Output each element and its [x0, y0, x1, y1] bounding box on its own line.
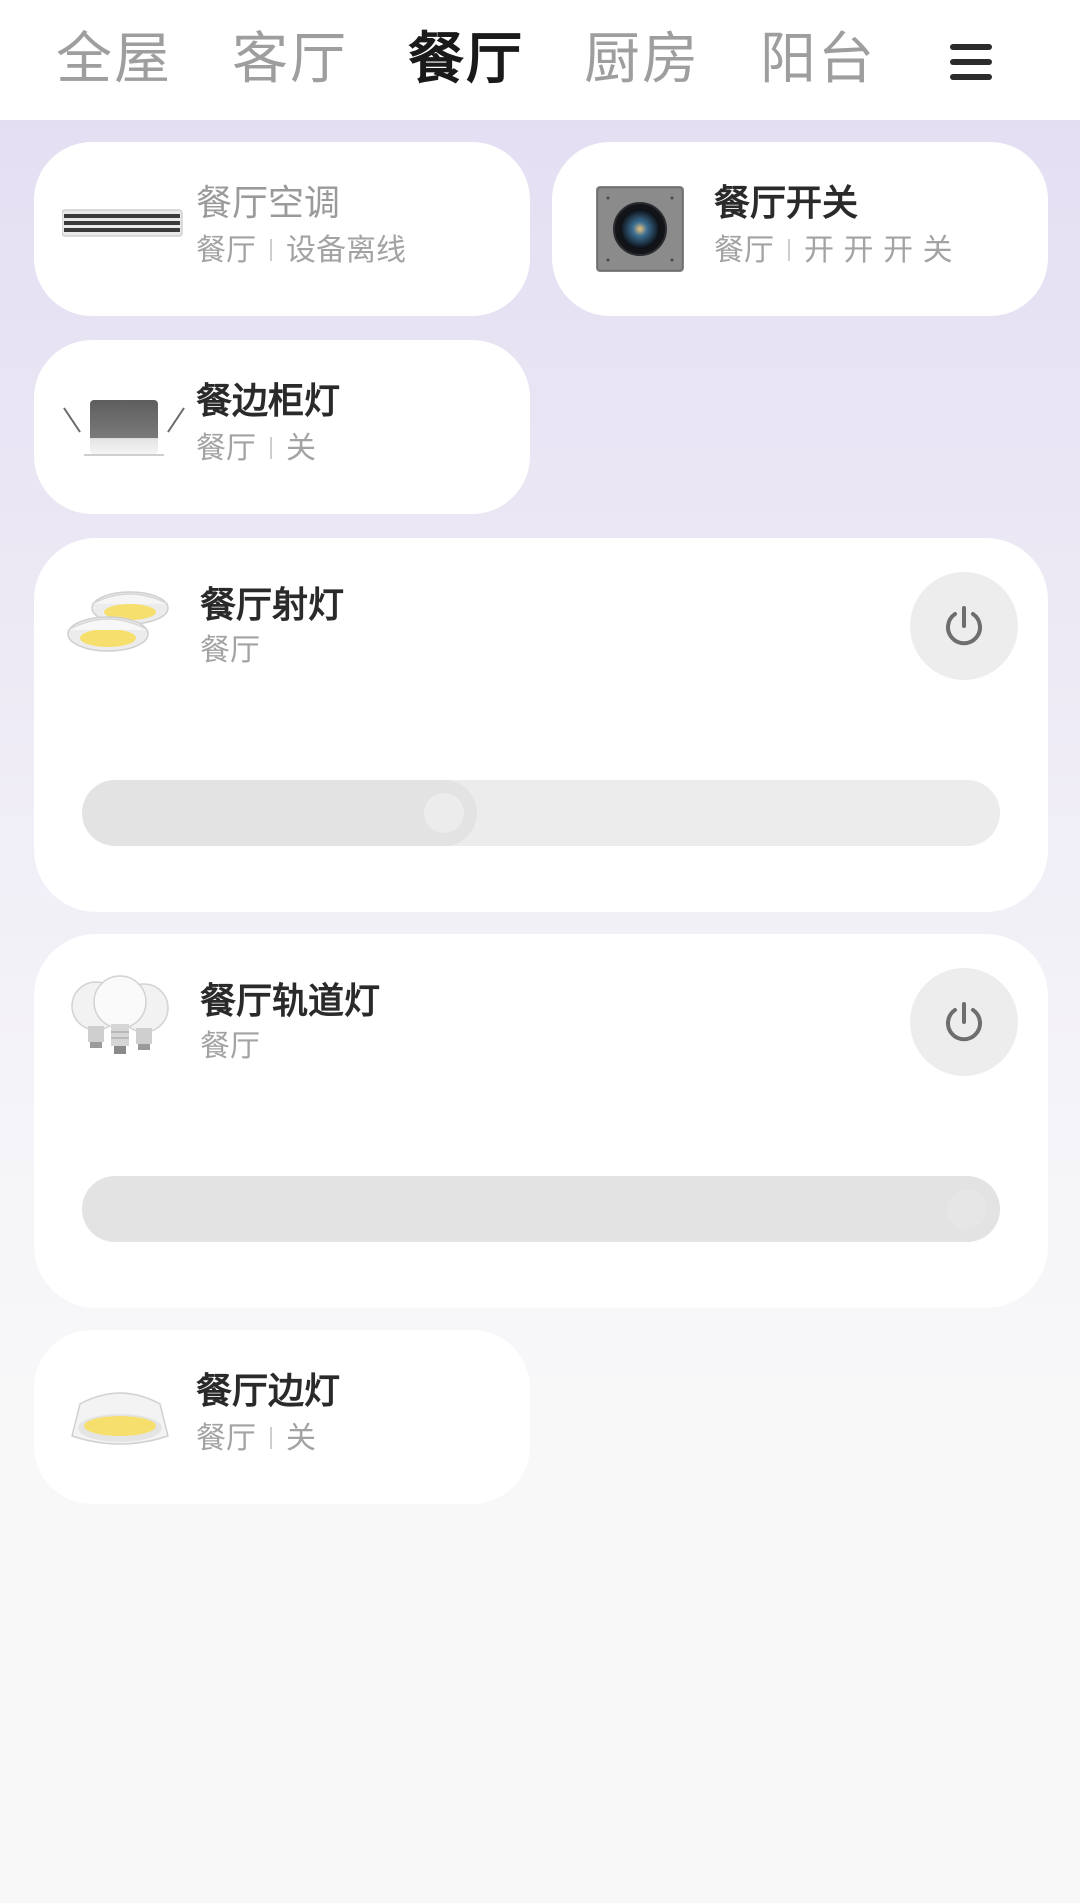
device-status: 餐厅 设备离线 — [196, 232, 406, 270]
power-icon — [946, 606, 982, 646]
hamburger-menu-icon[interactable] — [950, 44, 992, 80]
spotlight-icon — [62, 582, 178, 666]
downlight-icon — [62, 396, 186, 464]
brightness-slider-fill — [82, 780, 477, 846]
separator — [270, 239, 272, 261]
device-name: 餐厅边灯 — [196, 1371, 341, 1412]
device-name: 餐边柜灯 — [196, 381, 341, 422]
brightness-slider[interactable] — [82, 780, 1000, 846]
brightness-slider-knob[interactable] — [424, 793, 464, 833]
wall-switch-panel-icon — [596, 186, 684, 276]
device-room: 餐厅 — [196, 431, 256, 466]
tab-dining-room[interactable]: 餐厅 — [408, 26, 524, 94]
power-button[interactable] — [910, 968, 1018, 1076]
separator — [788, 239, 790, 261]
device-card-switch[interactable]: 餐厅开关 餐厅开 开 开 关 — [552, 142, 1048, 316]
separator — [270, 1427, 272, 1449]
tab-whole-house[interactable]: 全屋 — [56, 26, 172, 94]
brightness-slider-knob[interactable] — [947, 1189, 987, 1229]
device-name: 餐厅轨道灯 — [200, 981, 381, 1022]
device-status: 餐厅关 — [196, 430, 316, 468]
device-name: 餐厅空调 — [196, 183, 341, 224]
bulbs-icon — [68, 974, 172, 1078]
device-state: 开 开 开 关 — [804, 233, 953, 268]
power-button[interactable] — [910, 572, 1018, 680]
device-card-side-light[interactable]: 餐厅边灯 餐厅关 — [34, 1330, 530, 1504]
device-card-cabinet-light[interactable]: 餐边柜灯 餐厅关 — [34, 340, 530, 514]
room-tab-bar: 全屋 客厅 餐厅 厨房 阳台 — [0, 0, 1080, 120]
separator — [270, 437, 272, 459]
device-status: 餐厅关 — [196, 1420, 316, 1458]
device-card-spotlight[interactable]: 餐厅射灯 餐厅 — [34, 538, 1048, 912]
tab-kitchen[interactable]: 厨房 — [584, 26, 700, 94]
device-name: 餐厅开关 — [714, 183, 859, 224]
device-room: 餐厅 — [196, 1421, 256, 1456]
brightness-slider[interactable] — [82, 1176, 1000, 1242]
device-card-track-light[interactable]: 餐厅轨道灯 餐厅 — [34, 934, 1048, 1308]
device-room: 餐厅 — [200, 1029, 260, 1064]
air-conditioner-icon — [61, 204, 186, 244]
device-card-ac[interactable]: 餐厅空调 餐厅 设备离线 — [34, 142, 530, 316]
recessed-light-icon — [64, 1382, 176, 1456]
device-state: 设备离线 — [286, 233, 406, 268]
power-icon — [946, 1002, 982, 1042]
brightness-slider-fill — [82, 1176, 1000, 1242]
tab-living-room[interactable]: 客厅 — [232, 26, 348, 94]
tab-balcony[interactable]: 阳台 — [760, 26, 876, 94]
device-room: 餐厅 — [196, 233, 256, 268]
device-room: 餐厅 — [714, 233, 774, 268]
device-state: 关 — [286, 431, 316, 466]
device-state: 关 — [286, 1421, 316, 1456]
device-status: 餐厅开 开 开 关 — [714, 232, 953, 270]
device-name: 餐厅射灯 — [200, 585, 345, 626]
device-room: 餐厅 — [200, 633, 260, 668]
